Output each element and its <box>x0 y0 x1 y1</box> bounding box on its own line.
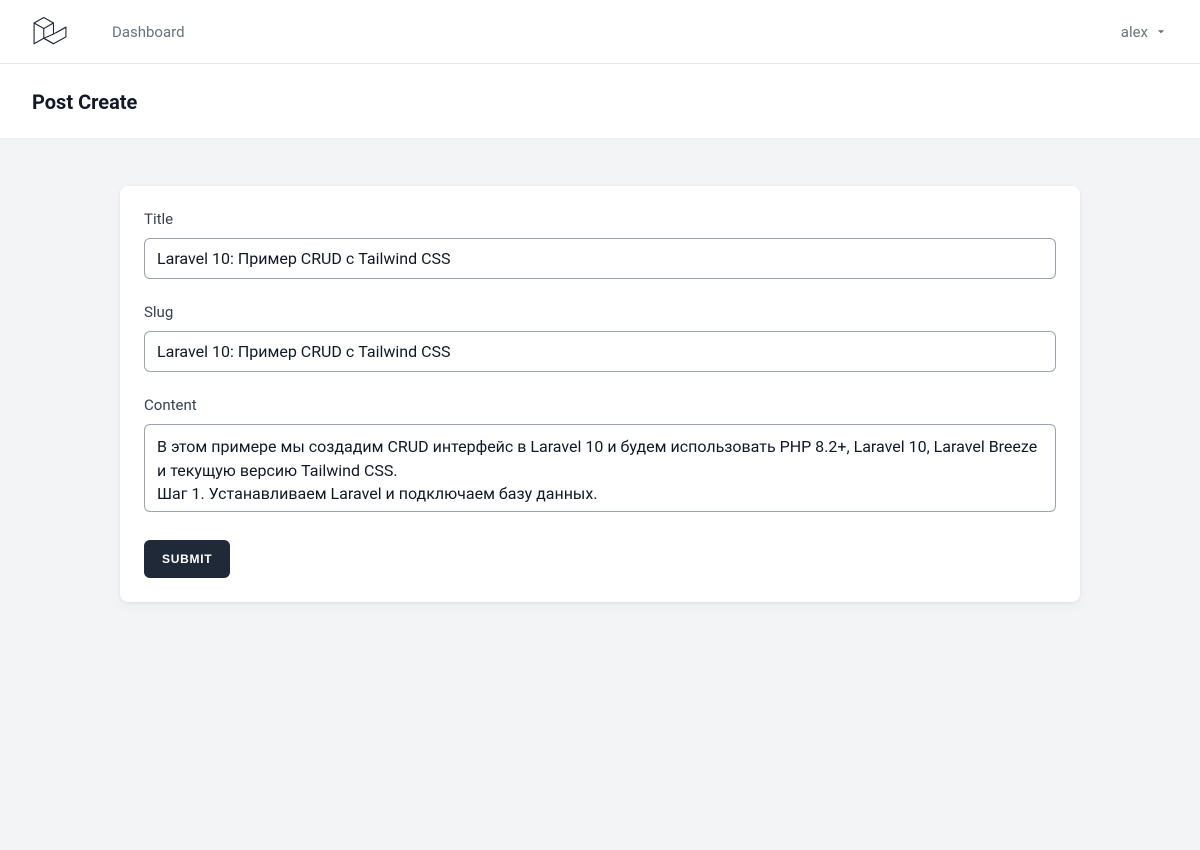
title-input[interactable] <box>144 238 1056 279</box>
user-name: alex <box>1121 23 1148 41</box>
page-header: Post Create <box>0 64 1200 138</box>
content-label: Content <box>144 396 1056 414</box>
slug-label: Slug <box>144 303 1056 321</box>
content-wrap: Title Slug Content Submit <box>0 138 1200 650</box>
field-content: Content <box>144 396 1056 516</box>
field-title: Title <box>144 210 1056 279</box>
user-menu[interactable]: alex <box>1121 23 1168 41</box>
slug-input[interactable] <box>144 331 1056 372</box>
chevron-down-icon <box>1154 25 1168 39</box>
content-textarea[interactable] <box>144 424 1056 512</box>
nav-left: Dashboard <box>32 14 185 50</box>
submit-button[interactable]: Submit <box>144 540 230 578</box>
top-nav: Dashboard alex <box>0 0 1200 64</box>
field-slug: Slug <box>144 303 1056 372</box>
title-label: Title <box>144 210 1056 228</box>
page-title: Post Create <box>32 90 1168 114</box>
laravel-logo-icon[interactable] <box>32 14 68 50</box>
form-card: Title Slug Content Submit <box>120 186 1080 602</box>
nav-dashboard-link[interactable]: Dashboard <box>112 23 185 41</box>
